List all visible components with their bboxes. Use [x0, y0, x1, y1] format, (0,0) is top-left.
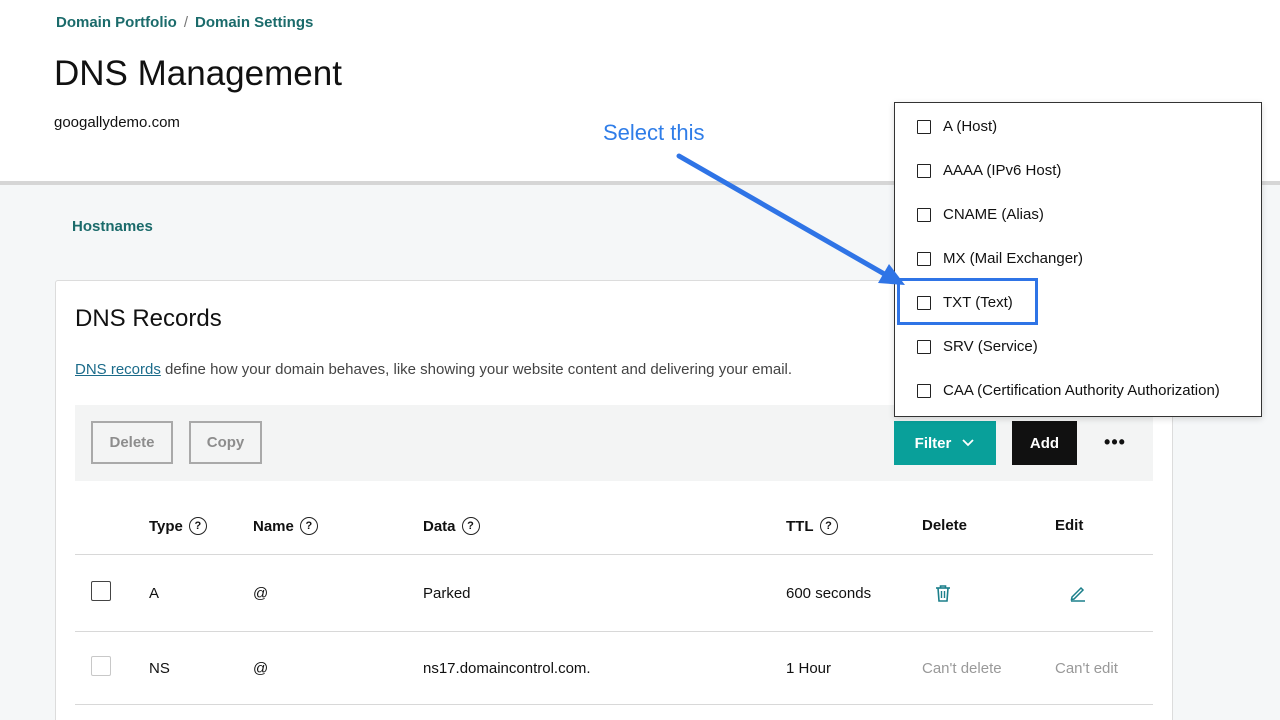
column-header-edit: Edit	[1055, 517, 1083, 534]
annotation-label: Select this	[603, 120, 705, 145]
card-description: DNS records define how your domain behav…	[75, 361, 792, 378]
card-description-text: define how your domain behaves, like sho…	[160, 361, 793, 378]
breadcrumb: Domain Portfolio / Domain Settings	[56, 14, 313, 31]
tab-hostnames[interactable]: Hostnames	[72, 218, 153, 235]
copy-button[interactable]: Copy	[189, 421, 262, 464]
column-header-delete-label: Delete	[922, 517, 968, 534]
add-button[interactable]: Add	[1012, 421, 1077, 465]
breadcrumb-separator: /	[183, 14, 188, 31]
filter-option-label: CNAME (Alias)	[943, 206, 1044, 223]
chevron-down-icon	[962, 439, 974, 447]
filter-option-mx[interactable]: MX (Mail Exchanger)	[917, 250, 1083, 267]
filter-checkbox[interactable]	[917, 383, 931, 398]
help-icon[interactable]: ?	[461, 517, 480, 535]
filter-option-label: CAA (Certification Authority Authorizati…	[943, 382, 1220, 399]
filter-button[interactable]: Filter	[894, 421, 996, 465]
column-header-ttl: TTL ?	[786, 517, 838, 535]
filter-checkbox[interactable]	[917, 163, 931, 178]
row-data: ns17.domaincontrol.com.	[423, 660, 591, 677]
row-checkbox	[91, 656, 111, 676]
card-title: DNS Records	[75, 305, 222, 332]
help-icon[interactable]: ?	[188, 517, 207, 535]
column-header-name: Name ?	[253, 517, 318, 535]
filter-checkbox[interactable]	[917, 207, 931, 222]
help-icon[interactable]: ?	[299, 517, 318, 535]
column-header-data: Data ?	[423, 517, 480, 535]
column-header-name-label: Name	[253, 517, 294, 535]
table-divider	[75, 554, 1153, 555]
filter-button-label: Filter	[914, 434, 952, 452]
filter-option-label: AAAA (IPv6 Host)	[943, 162, 1062, 179]
domain-name: googallydemo.com	[54, 114, 180, 131]
page-title: DNS Management	[54, 54, 342, 93]
filter-option-srv[interactable]: SRV (Service)	[917, 338, 1038, 355]
filter-option-a[interactable]: A (Host)	[917, 118, 997, 135]
row-data: Parked	[423, 585, 471, 602]
filter-option-label: MX (Mail Exchanger)	[943, 250, 1084, 267]
column-header-type: Type ?	[149, 517, 207, 535]
filter-dropdown-menu: A (Host) AAAA (IPv6 Host) CNAME (Alias) …	[894, 102, 1262, 417]
help-icon[interactable]: ?	[819, 517, 838, 535]
row-edit-disabled: Can't edit	[1055, 660, 1118, 677]
filter-option-cname[interactable]: CNAME (Alias)	[917, 206, 1044, 223]
filter-checkbox[interactable]	[917, 251, 931, 266]
filter-option-aaaa[interactable]: AAAA (IPv6 Host)	[917, 162, 1061, 179]
row-ttl: 600 seconds	[786, 585, 872, 602]
table-divider	[75, 704, 1153, 705]
row-type: A	[149, 585, 160, 602]
row-type: NS	[149, 660, 170, 677]
row-delete-disabled: Can't delete	[922, 660, 1002, 677]
column-header-ttl-label: TTL	[786, 517, 814, 535]
table-divider	[75, 631, 1153, 632]
filter-option-label: A (Host)	[943, 118, 998, 135]
more-options-icon[interactable]: •••	[1100, 430, 1130, 454]
filter-checkbox[interactable]	[917, 119, 931, 134]
column-header-edit-label: Edit	[1055, 517, 1084, 534]
delete-button[interactable]: Delete	[91, 421, 173, 464]
breadcrumb-domain-portfolio[interactable]: Domain Portfolio	[56, 14, 177, 31]
row-name: @	[253, 585, 269, 602]
column-header-delete: Delete	[922, 517, 967, 534]
dns-records-link[interactable]: DNS records	[75, 361, 161, 378]
row-checkbox[interactable]	[91, 581, 111, 601]
breadcrumb-domain-settings[interactable]: Domain Settings	[195, 14, 313, 31]
row-ttl: 1 Hour	[786, 660, 832, 677]
filter-option-label: SRV (Service)	[943, 338, 1038, 355]
filter-checkbox[interactable]	[917, 339, 931, 354]
pencil-icon[interactable]	[1069, 584, 1087, 602]
trash-icon[interactable]	[934, 584, 952, 603]
filter-option-caa[interactable]: CAA (Certification Authority Authorizati…	[917, 382, 1220, 399]
highlight-box	[897, 278, 1038, 325]
column-header-data-label: Data	[423, 517, 456, 535]
row-name: @	[253, 660, 269, 677]
column-header-type-label: Type	[149, 517, 183, 535]
